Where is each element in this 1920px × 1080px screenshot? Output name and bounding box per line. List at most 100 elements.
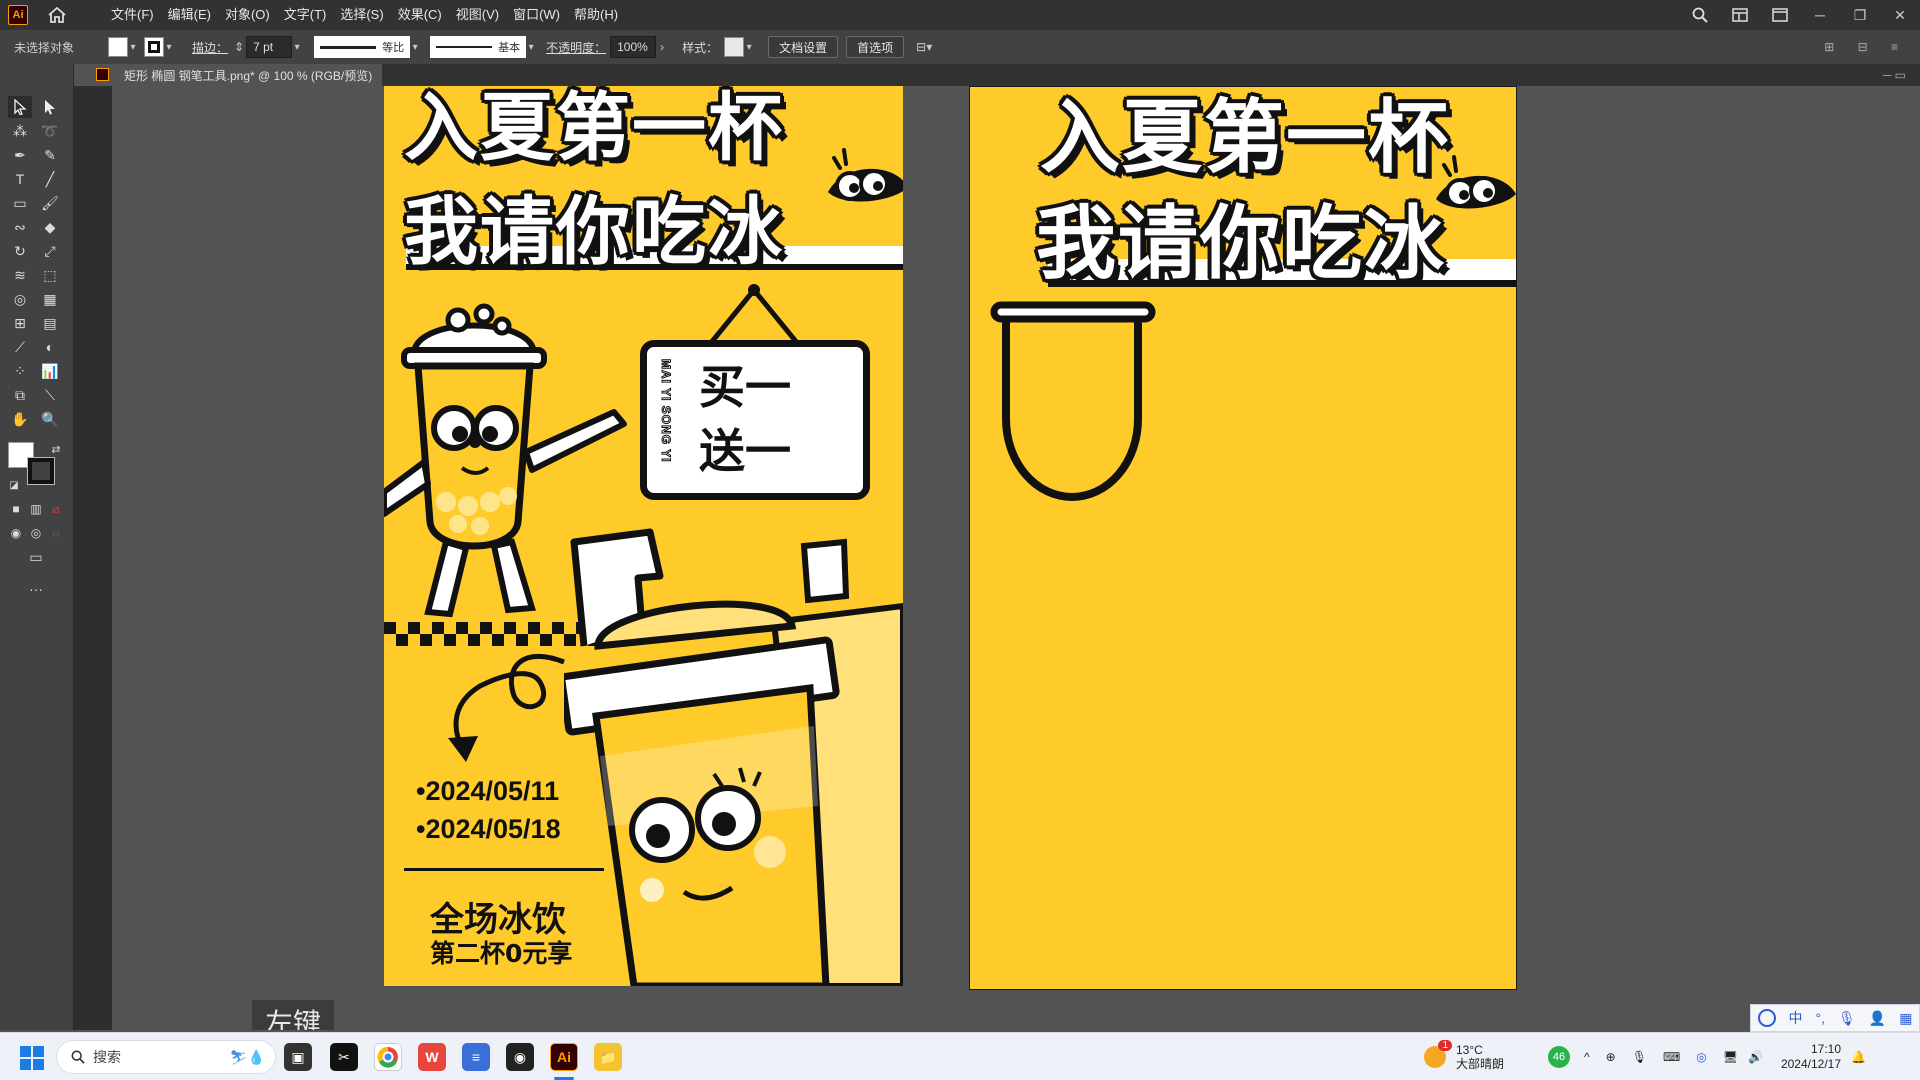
fill-swatch[interactable] bbox=[108, 37, 129, 57]
mesh-tool-icon[interactable]: ⊞ bbox=[8, 312, 32, 334]
search-icon[interactable] bbox=[1680, 0, 1720, 30]
swap-fill-stroke-icon[interactable]: ⇄ bbox=[44, 438, 68, 460]
perspective-grid-tool-icon[interactable]: ▦ bbox=[38, 288, 62, 310]
menu-type[interactable]: 文字(T) bbox=[277, 0, 334, 30]
shape-builder-tool-icon[interactable]: ◎ bbox=[8, 288, 32, 310]
chevron-down-icon[interactable]: ▾ bbox=[410, 42, 420, 53]
close-icon[interactable]: ✕ bbox=[1880, 0, 1920, 30]
menu-effect[interactable]: 效果(C) bbox=[391, 0, 449, 30]
artboard-poster[interactable]: 入夏第一杯 我请你吃冰 MAI YI SONG YI 买一 送一 •2024/0… bbox=[384, 86, 903, 986]
blend-tool-icon[interactable]: ◐ bbox=[38, 336, 62, 358]
notification-bell-icon[interactable]: 🔔 bbox=[1851, 1050, 1866, 1064]
chevron-down-icon[interactable]: ▾ bbox=[744, 42, 754, 53]
lasso-tool-icon[interactable]: ➰ bbox=[38, 120, 62, 142]
rectangle-tool-icon[interactable]: ▭ bbox=[8, 192, 32, 214]
minimize-icon[interactable]: ─ bbox=[1800, 0, 1840, 30]
cup-outline-shape[interactable] bbox=[988, 299, 1160, 511]
grid-menu-icon[interactable]: ▦ bbox=[1899, 1010, 1912, 1027]
chevron-up-icon[interactable]: ^ bbox=[1584, 1050, 1590, 1064]
opacity-label[interactable]: 不透明度： bbox=[546, 39, 606, 56]
ime-logo-icon[interactable] bbox=[1757, 1009, 1776, 1027]
restore-icon[interactable]: ❐ bbox=[1840, 0, 1880, 30]
taskbar-search[interactable]: 搜索 ⛷💧 bbox=[56, 1040, 276, 1074]
network-icon[interactable]: 🖥 bbox=[1723, 1050, 1738, 1064]
chevron-down-icon[interactable]: ▾ bbox=[164, 42, 174, 53]
punctuation-icon[interactable]: °, bbox=[1816, 1010, 1826, 1026]
artboard-draft[interactable]: 入夏第一杯 我请你吃冰 bbox=[969, 86, 1517, 990]
microphone-tray-icon[interactable]: 🎙 bbox=[1632, 1050, 1647, 1064]
chevron-right-icon[interactable]: › bbox=[660, 40, 664, 54]
canvas-area[interactable]: 入夏第一杯 我请你吃冰 MAI YI SONG YI 买一 送一 •2024/0… bbox=[112, 86, 1920, 1030]
stroke-color-icon[interactable] bbox=[27, 457, 55, 485]
chevron-down-icon[interactable]: ▾ bbox=[526, 42, 536, 53]
direct-selection-tool-icon[interactable] bbox=[38, 96, 62, 118]
free-transform-tool-icon[interactable]: ⬚ bbox=[38, 264, 62, 286]
chevron-down-icon[interactable]: ▾ bbox=[128, 42, 138, 53]
stroke-weight-input[interactable]: 7 pt bbox=[246, 36, 293, 58]
weather-widget[interactable]: 1 13°C 大部晴朗 bbox=[1424, 1033, 1504, 1080]
magic-wand-tool-icon[interactable]: ⁂ bbox=[8, 120, 32, 142]
menu-help[interactable]: 帮助(H) bbox=[567, 0, 625, 30]
none-mode-icon[interactable]: ⧄ bbox=[44, 498, 68, 520]
home-icon[interactable] bbox=[46, 4, 68, 26]
pen-tool-icon[interactable]: ✒ bbox=[8, 144, 32, 166]
chevron-down-icon[interactable]: ▾ bbox=[292, 42, 302, 53]
ime-language-toggle[interactable]: 中 bbox=[1789, 1008, 1803, 1028]
capcut-app-icon[interactable]: ✂ bbox=[330, 1043, 358, 1071]
column-graph-tool-icon[interactable]: 📊 bbox=[38, 360, 62, 382]
start-button[interactable] bbox=[20, 1046, 44, 1070]
notepad-app-icon[interactable]: ≡ bbox=[462, 1043, 490, 1071]
collapse-panel-icon[interactable]: ─ ▭ bbox=[1883, 68, 1906, 82]
chrome-app-icon[interactable] bbox=[374, 1043, 402, 1071]
task-view-icon[interactable]: ▣ bbox=[284, 1043, 312, 1071]
slice-tool-icon[interactable]: ⟍ bbox=[38, 384, 62, 406]
user-icon[interactable]: 👤 bbox=[1869, 1010, 1886, 1027]
brush-definition[interactable]: 基本 bbox=[430, 36, 527, 58]
360-tray-icon[interactable]: ⊕ bbox=[1606, 1050, 1616, 1064]
draw-inside-icon[interactable]: ◌ bbox=[44, 522, 68, 544]
stepper-icon[interactable]: ⇕ bbox=[234, 40, 244, 54]
menu-object[interactable]: 对象(O) bbox=[218, 0, 277, 30]
gradient-tool-icon[interactable]: ▤ bbox=[38, 312, 62, 334]
shaper-tool-icon[interactable]: ∾ bbox=[8, 216, 32, 238]
symbol-sprayer-tool-icon[interactable]: ⁘ bbox=[8, 360, 32, 382]
type-tool-icon[interactable]: T bbox=[8, 168, 32, 190]
arrange-documents-icon[interactable] bbox=[1760, 0, 1800, 30]
selection-tool-icon[interactable] bbox=[8, 96, 32, 118]
paintbrush-tool-icon[interactable]: 🖌 bbox=[38, 192, 62, 214]
menu-view[interactable]: 视图(V) bbox=[449, 0, 506, 30]
eyedropper-tool-icon[interactable]: ⟋ bbox=[8, 336, 32, 358]
menu-select[interactable]: 选择(S) bbox=[333, 0, 390, 30]
menu-edit[interactable]: 编辑(E) bbox=[161, 0, 218, 30]
hand-tool-icon[interactable]: ✋ bbox=[8, 408, 32, 430]
illustrator-app-icon[interactable]: Ai bbox=[550, 1043, 578, 1071]
screen-mode-icon[interactable]: ▭ bbox=[24, 546, 48, 568]
panel-options-icon[interactable]: ⊞ ⊟ ≡ bbox=[1824, 40, 1908, 54]
default-fill-stroke-icon[interactable]: ◪ bbox=[2, 474, 26, 496]
warp-tool-icon[interactable]: ≋ bbox=[8, 264, 32, 286]
menu-window[interactable]: 窗口(W) bbox=[506, 0, 567, 30]
rotate-tool-icon[interactable]: ↻ bbox=[8, 240, 32, 262]
ime-logo-tray-icon[interactable]: ◎ bbox=[1696, 1050, 1706, 1064]
align-icon[interactable]: ⊟▾ bbox=[916, 40, 932, 54]
stroke-label[interactable]: 描边： bbox=[192, 39, 228, 56]
graphic-style-swatch[interactable] bbox=[724, 37, 745, 57]
ime-tray-icon[interactable]: ⌨ bbox=[1663, 1050, 1680, 1064]
opacity-input[interactable]: 100% bbox=[610, 36, 657, 58]
wps-app-icon[interactable]: W bbox=[418, 1043, 446, 1071]
artboard-tool-icon[interactable]: ⧉ bbox=[8, 384, 32, 406]
menu-file[interactable]: 文件(F) bbox=[104, 0, 161, 30]
microphone-icon[interactable]: 🎙 bbox=[1838, 1010, 1856, 1027]
davinci-app-icon[interactable]: ◉ bbox=[506, 1043, 534, 1071]
edit-toolbar-icon[interactable]: ··· bbox=[24, 578, 48, 600]
stroke-swatch[interactable] bbox=[144, 37, 165, 57]
zoom-tool-icon[interactable]: 🔍 bbox=[38, 408, 62, 430]
variable-width-profile[interactable]: 等比 bbox=[314, 36, 411, 58]
document-setup-button[interactable]: 文档设置 bbox=[768, 36, 839, 58]
workspace-switcher-icon[interactable] bbox=[1720, 0, 1760, 30]
preferences-button[interactable]: 首选项 bbox=[846, 36, 905, 58]
scale-tool-icon[interactable]: ⤢ bbox=[38, 240, 62, 262]
security-badge[interactable]: 46 bbox=[1548, 1046, 1570, 1068]
file-explorer-app-icon[interactable]: 📁 bbox=[594, 1043, 622, 1071]
curvature-tool-icon[interactable]: ✎ bbox=[38, 144, 62, 166]
